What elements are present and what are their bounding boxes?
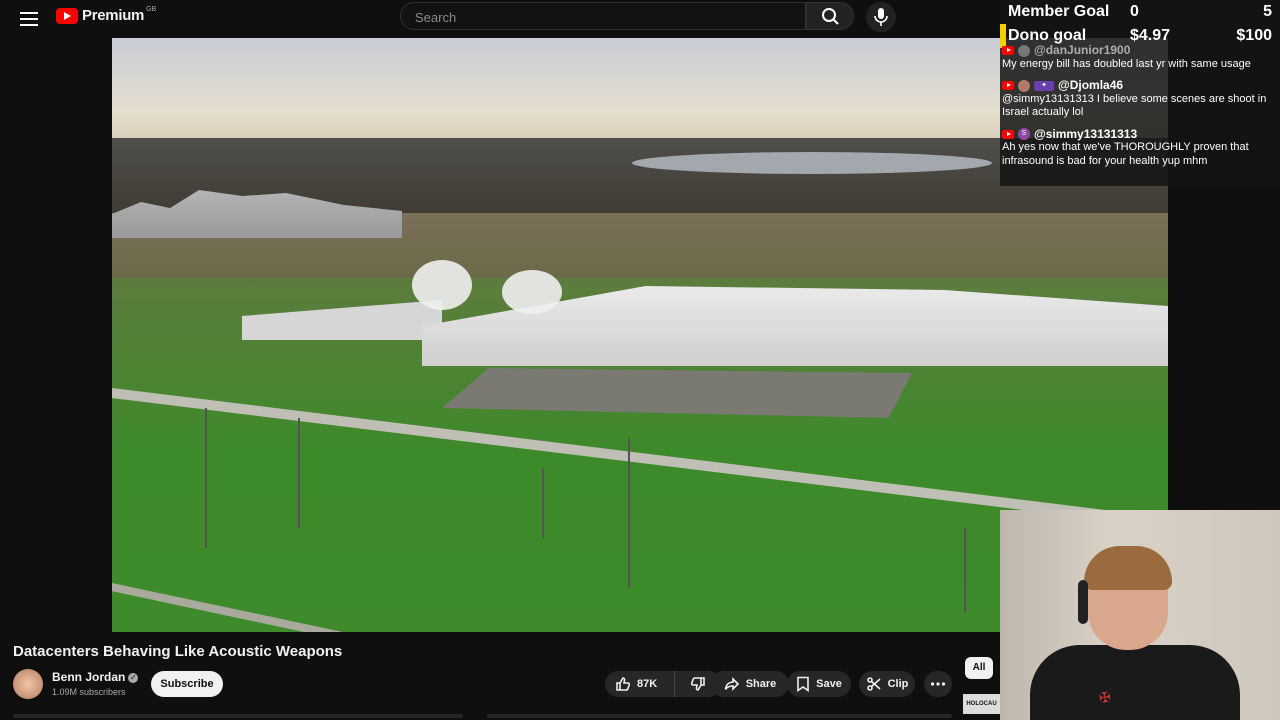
- related-video-thumbnail[interactable]: HOLOCAU: [963, 694, 1000, 714]
- like-button[interactable]: 87K: [605, 671, 675, 697]
- webcam-feed: ✠: [1000, 510, 1280, 720]
- thumbs-up-icon: [616, 677, 631, 691]
- member-goal: Member Goal 0 5: [1008, 3, 1272, 20]
- save-button[interactable]: Save: [787, 671, 851, 697]
- channel-name[interactable]: Benn Jordan ✓: [52, 670, 139, 684]
- youtube-premium-logo[interactable]: Premium GB: [56, 6, 157, 24]
- share-button[interactable]: Share: [711, 671, 789, 697]
- clip-button[interactable]: Clip: [859, 671, 915, 697]
- search-button[interactable]: [806, 2, 854, 30]
- youtube-icon: [1002, 46, 1014, 56]
- chat-message: ✦ @Djomla46 @simmy13131313 I believe som…: [1002, 78, 1267, 118]
- bookmark-icon: [797, 676, 809, 692]
- subscriber-count: 1.09M subscribers: [52, 687, 126, 697]
- chat-message: @danJunior1900 My energy bill has double…: [1002, 43, 1251, 70]
- video-title: Datacenters Behaving Like Acoustic Weapo…: [13, 643, 343, 660]
- avatar: [1018, 79, 1030, 92]
- member-badge-icon: ✦: [1034, 80, 1054, 91]
- hamburger-icon[interactable]: [18, 8, 40, 30]
- thumbs-down-icon: [690, 677, 705, 691]
- youtube-icon: [1002, 129, 1014, 139]
- youtube-icon: [1002, 81, 1014, 91]
- subscribe-button[interactable]: Subscribe: [151, 671, 223, 697]
- logo-region: GB: [146, 6, 157, 13]
- logo-text: Premium: [82, 7, 145, 24]
- scissors-icon: [866, 677, 881, 691]
- stream-chat-overlay: Member Goal 0 5 Dono goal $4.97 $100 @da…: [1000, 0, 1280, 186]
- headset: [1078, 580, 1088, 624]
- like-count: 87K: [637, 678, 658, 690]
- voice-search-button[interactable]: [866, 2, 896, 32]
- more-actions-button[interactable]: [924, 671, 952, 697]
- description-divider: [487, 714, 952, 718]
- search-input[interactable]: [401, 3, 797, 31]
- chat-message: S @simmy13131313 Ah yes now that we've T…: [1002, 126, 1249, 167]
- search-icon: [822, 8, 839, 25]
- description-divider: [13, 714, 463, 718]
- channel-avatar[interactable]: [13, 669, 43, 699]
- more-horizontal-icon: [930, 682, 946, 686]
- verified-icon: ✓: [128, 672, 139, 683]
- top-bar: Premium GB: [0, 0, 1000, 38]
- share-icon: [724, 677, 739, 691]
- filter-chip-all[interactable]: All: [965, 657, 993, 679]
- avatar: S: [1018, 128, 1030, 141]
- mic-icon: [874, 8, 888, 26]
- avatar: [1018, 44, 1030, 57]
- like-dislike-group: 87K: [605, 671, 721, 697]
- search-box: [400, 2, 806, 31]
- youtube-play-icon: [56, 7, 78, 24]
